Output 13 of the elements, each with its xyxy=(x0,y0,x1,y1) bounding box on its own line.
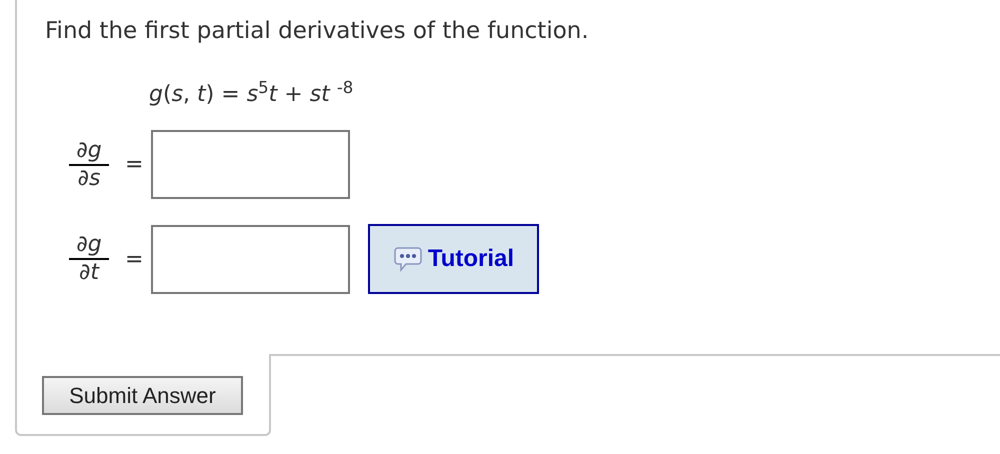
speech-bubble-icon xyxy=(394,246,422,272)
function-formula: g(s, t) = s$^{5}$t + st $^{-8}$ xyxy=(149,82,354,107)
question-prompt: Find the first partial derivatives of the function. xyxy=(45,17,590,46)
equals-sign: = xyxy=(125,246,144,274)
submit-button[interactable]: Submit Answer xyxy=(42,376,243,415)
answer-field[interactable] xyxy=(151,130,350,199)
tutorial-button[interactable]: Tutorial xyxy=(368,224,540,294)
fraction-denominator: ∂t xyxy=(78,260,99,286)
answer-field[interactable] xyxy=(151,224,350,294)
fraction-numerator: ∂g xyxy=(76,232,102,258)
equals-sign: = xyxy=(125,151,144,179)
fraction-denominator: ∂s xyxy=(78,166,100,192)
fraction-numerator: ∂g xyxy=(76,138,102,164)
